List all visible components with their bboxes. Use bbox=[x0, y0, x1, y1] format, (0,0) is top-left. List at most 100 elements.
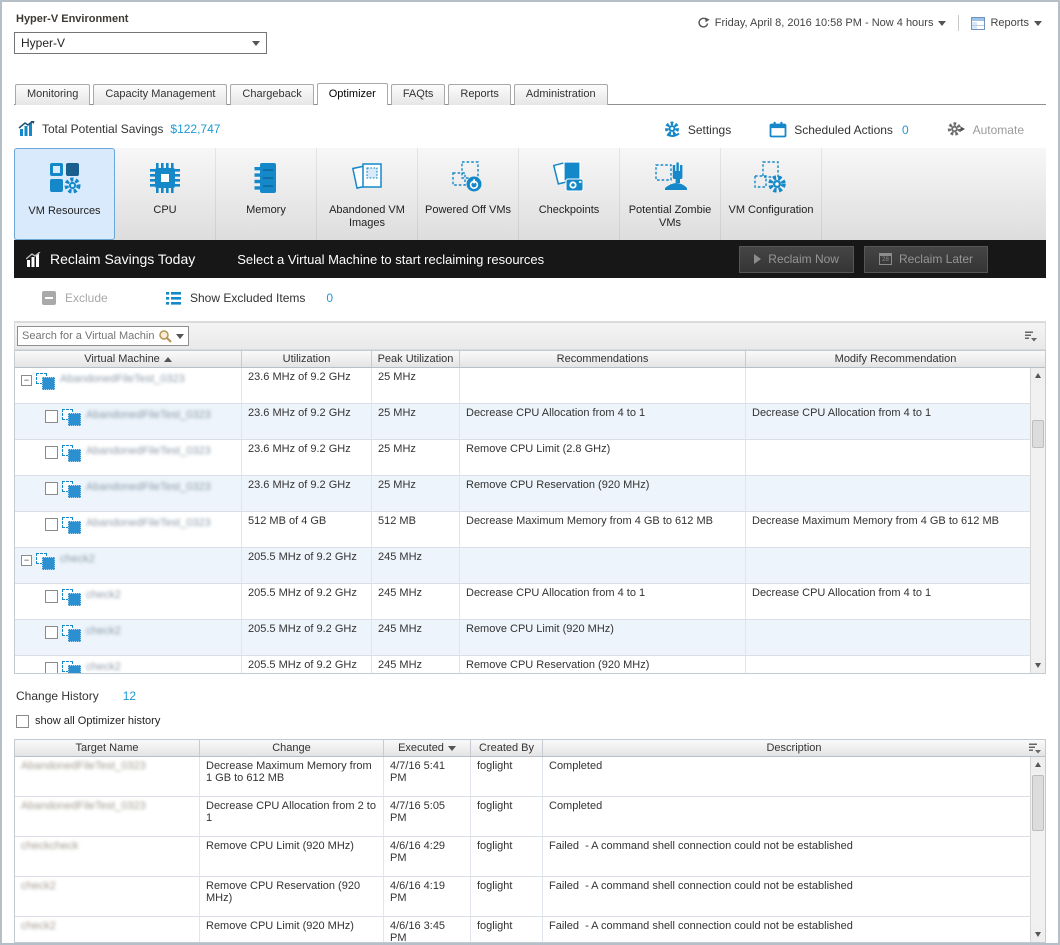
executed-cell: 4/6/16 3:45 PM bbox=[384, 917, 471, 942]
show-excluded-items-button[interactable]: Show Excluded Items 0 bbox=[166, 291, 333, 305]
scroll-down-button[interactable] bbox=[1031, 927, 1045, 942]
reports-label: Reports bbox=[990, 17, 1029, 29]
column-header-executed[interactable]: Executed bbox=[384, 740, 471, 756]
tool-abandoned-vm-images[interactable]: Abandoned VM Images bbox=[317, 148, 418, 240]
scroll-up-button[interactable] bbox=[1031, 368, 1045, 383]
scroll-up-button[interactable] bbox=[1031, 757, 1045, 772]
modify-recommendation-cell[interactable] bbox=[746, 476, 1030, 511]
modify-recommendation-cell[interactable]: Decrease Maximum Memory from 4 GB to 612… bbox=[746, 512, 1030, 547]
reclaim-now-button[interactable]: Reclaim Now bbox=[739, 246, 854, 273]
column-header-change[interactable]: Change bbox=[200, 740, 384, 756]
column-header-modify-recommendation[interactable]: Modify Recommendation bbox=[746, 351, 1045, 367]
settings-button[interactable]: Settings bbox=[664, 121, 731, 138]
search-input[interactable] bbox=[18, 330, 158, 342]
change-history-scrollbar[interactable] bbox=[1030, 757, 1045, 942]
savings-value[interactable]: $122,747 bbox=[170, 122, 220, 136]
vm-name: AbandonedFileTest_0323 bbox=[60, 373, 185, 385]
vm-search-box[interactable] bbox=[17, 326, 189, 346]
vm-checkbox[interactable] bbox=[45, 410, 58, 423]
vm-table-row[interactable]: AbandonedFileTest_0323 23.6 MHz of 9.2 G… bbox=[15, 404, 1030, 440]
tab-faqts[interactable]: FAQts bbox=[391, 84, 446, 105]
change-history-row[interactable]: check2 Remove CPU Reservation (920 MHz) … bbox=[15, 877, 1030, 917]
reclaim-later-button[interactable]: 28 Reclaim Later bbox=[864, 246, 988, 273]
change-history-row[interactable]: AbandonedFileTest_0323 Decrease CPU Allo… bbox=[15, 797, 1030, 837]
automate-button[interactable]: Automate bbox=[947, 121, 1024, 138]
change-history-row[interactable]: checkcheck Remove CPU Limit (920 MHz) 4/… bbox=[15, 837, 1030, 877]
vm-checkbox[interactable] bbox=[45, 518, 58, 531]
scheduled-actions-count[interactable]: 0 bbox=[902, 123, 909, 137]
time-range-selector[interactable]: Friday, April 8, 2016 10:58 PM - Now 4 h… bbox=[697, 17, 947, 30]
tool-cpu[interactable]: CPU bbox=[115, 148, 216, 240]
scroll-down-button[interactable] bbox=[1031, 658, 1045, 673]
reports-menu[interactable]: Reports bbox=[971, 17, 1042, 30]
vm-icon bbox=[62, 589, 82, 606]
tool-vm-resources[interactable]: VM Resources bbox=[14, 148, 115, 240]
environment-selector[interactable]: Hyper-V bbox=[14, 32, 267, 54]
tool-checkpoints[interactable]: Checkpoints bbox=[519, 148, 620, 240]
search-trigger[interactable] bbox=[158, 329, 188, 344]
collapse-icon[interactable]: − bbox=[21, 375, 32, 386]
change-history-row[interactable]: check2 Remove CPU Limit (920 MHz) 4/6/16… bbox=[15, 917, 1030, 942]
vm-name-cell: check2 bbox=[15, 584, 242, 619]
vm-checkbox[interactable] bbox=[45, 446, 58, 459]
tool-potential-zombie-vms[interactable]: Potential Zombie VMs bbox=[620, 148, 721, 240]
column-header-recommendations[interactable]: Recommendations bbox=[460, 351, 746, 367]
modify-recommendation-cell[interactable] bbox=[746, 440, 1030, 475]
change-history-count[interactable]: 12 bbox=[123, 689, 136, 703]
tab-capacity-management[interactable]: Capacity Management bbox=[93, 84, 227, 105]
modify-recommendation-cell[interactable]: Decrease CPU Allocation from 4 to 1 bbox=[746, 404, 1030, 439]
history-customizer-button[interactable] bbox=[1028, 742, 1042, 758]
scroll-thumb[interactable] bbox=[1032, 775, 1044, 831]
modify-recommendation-cell[interactable] bbox=[746, 368, 1030, 403]
modify-recommendation-cell[interactable] bbox=[746, 620, 1030, 655]
column-header-created-by[interactable]: Created By bbox=[471, 740, 543, 756]
utilization-cell: 23.6 MHz of 9.2 GHz bbox=[242, 368, 372, 403]
vm-table-row[interactable]: check2 205.5 MHz of 9.2 GHz 245 MHz Decr… bbox=[15, 584, 1030, 620]
tab-administration[interactable]: Administration bbox=[514, 84, 608, 105]
tab-chargeback[interactable]: Chargeback bbox=[230, 84, 313, 105]
recommendation-cell bbox=[460, 368, 746, 403]
vm-table-row[interactable]: check2 205.5 MHz of 9.2 GHz 245 MHz Remo… bbox=[15, 656, 1030, 673]
vm-checkbox[interactable] bbox=[45, 482, 58, 495]
change-history-row[interactable]: AbandonedFileTest_0323 Decrease Maximum … bbox=[15, 757, 1030, 797]
collapse-icon[interactable]: − bbox=[21, 555, 32, 566]
table-customizer-button[interactable] bbox=[1024, 330, 1038, 346]
vm-table-row[interactable]: AbandonedFileTest_0323 23.6 MHz of 9.2 G… bbox=[15, 476, 1030, 512]
vm-table-row[interactable]: check2 205.5 MHz of 9.2 GHz 245 MHz Remo… bbox=[15, 620, 1030, 656]
peak-utilization-cell: 245 MHz bbox=[372, 548, 460, 583]
vm-table-scrollbar[interactable] bbox=[1030, 368, 1045, 673]
vm-checkbox[interactable] bbox=[45, 626, 58, 639]
column-header-target-name[interactable]: Target Name bbox=[15, 740, 200, 756]
utilization-cell: 205.5 MHz of 9.2 GHz bbox=[242, 584, 372, 619]
vm-table-row[interactable]: AbandonedFileTest_0323 512 MB of 4 GB 51… bbox=[15, 512, 1030, 548]
tool-label: Powered Off VMs bbox=[422, 204, 514, 217]
show-all-history-label: show all Optimizer history bbox=[35, 715, 160, 727]
tool-powered-off-vms[interactable]: Powered Off VMs bbox=[418, 148, 519, 240]
vm-checkbox[interactable] bbox=[45, 590, 58, 603]
column-header-utilization[interactable]: Utilization bbox=[242, 351, 372, 367]
vm-table-row[interactable]: − check2 205.5 MHz of 9.2 GHz 245 MHz bbox=[15, 548, 1030, 584]
excluded-count[interactable]: 0 bbox=[326, 291, 333, 305]
tool-memory[interactable]: Memory bbox=[216, 148, 317, 240]
scroll-thumb[interactable] bbox=[1032, 420, 1044, 448]
exclude-button[interactable]: Exclude bbox=[42, 291, 108, 305]
column-header-virtual-machine[interactable]: Virtual Machine bbox=[15, 351, 242, 367]
modify-recommendation-cell[interactable]: Decrease CPU Allocation from 4 to 1 bbox=[746, 584, 1030, 619]
modify-recommendation-cell[interactable] bbox=[746, 656, 1030, 673]
column-header-description[interactable]: Description bbox=[543, 740, 1045, 756]
show-all-history-checkbox[interactable] bbox=[16, 715, 29, 728]
vm-checkbox[interactable] bbox=[45, 662, 58, 673]
vm-table-row[interactable]: − AbandonedFileTest_0323 23.6 MHz of 9.2… bbox=[15, 368, 1030, 404]
total-potential-savings: Total Potential Savings $122,747 bbox=[18, 121, 220, 136]
column-header-peak-utilization[interactable]: Peak Utilization bbox=[372, 351, 460, 367]
tab-reports[interactable]: Reports bbox=[448, 84, 511, 105]
tool-vm-configuration[interactable]: VM Configuration bbox=[721, 148, 822, 240]
vm-table-row[interactable]: AbandonedFileTest_0323 23.6 MHz of 9.2 G… bbox=[15, 440, 1030, 476]
scheduled-actions-button[interactable]: Scheduled Actions 0 bbox=[769, 121, 908, 138]
show-excluded-label: Show Excluded Items bbox=[190, 291, 305, 305]
modify-recommendation-cell[interactable] bbox=[746, 548, 1030, 583]
show-all-history-toggle[interactable]: show all Optimizer history bbox=[16, 714, 160, 728]
action-links: Settings Scheduled Actions 0 Automate bbox=[664, 121, 1024, 138]
tab-optimizer[interactable]: Optimizer bbox=[317, 83, 388, 105]
tab-monitoring[interactable]: Monitoring bbox=[15, 84, 90, 105]
